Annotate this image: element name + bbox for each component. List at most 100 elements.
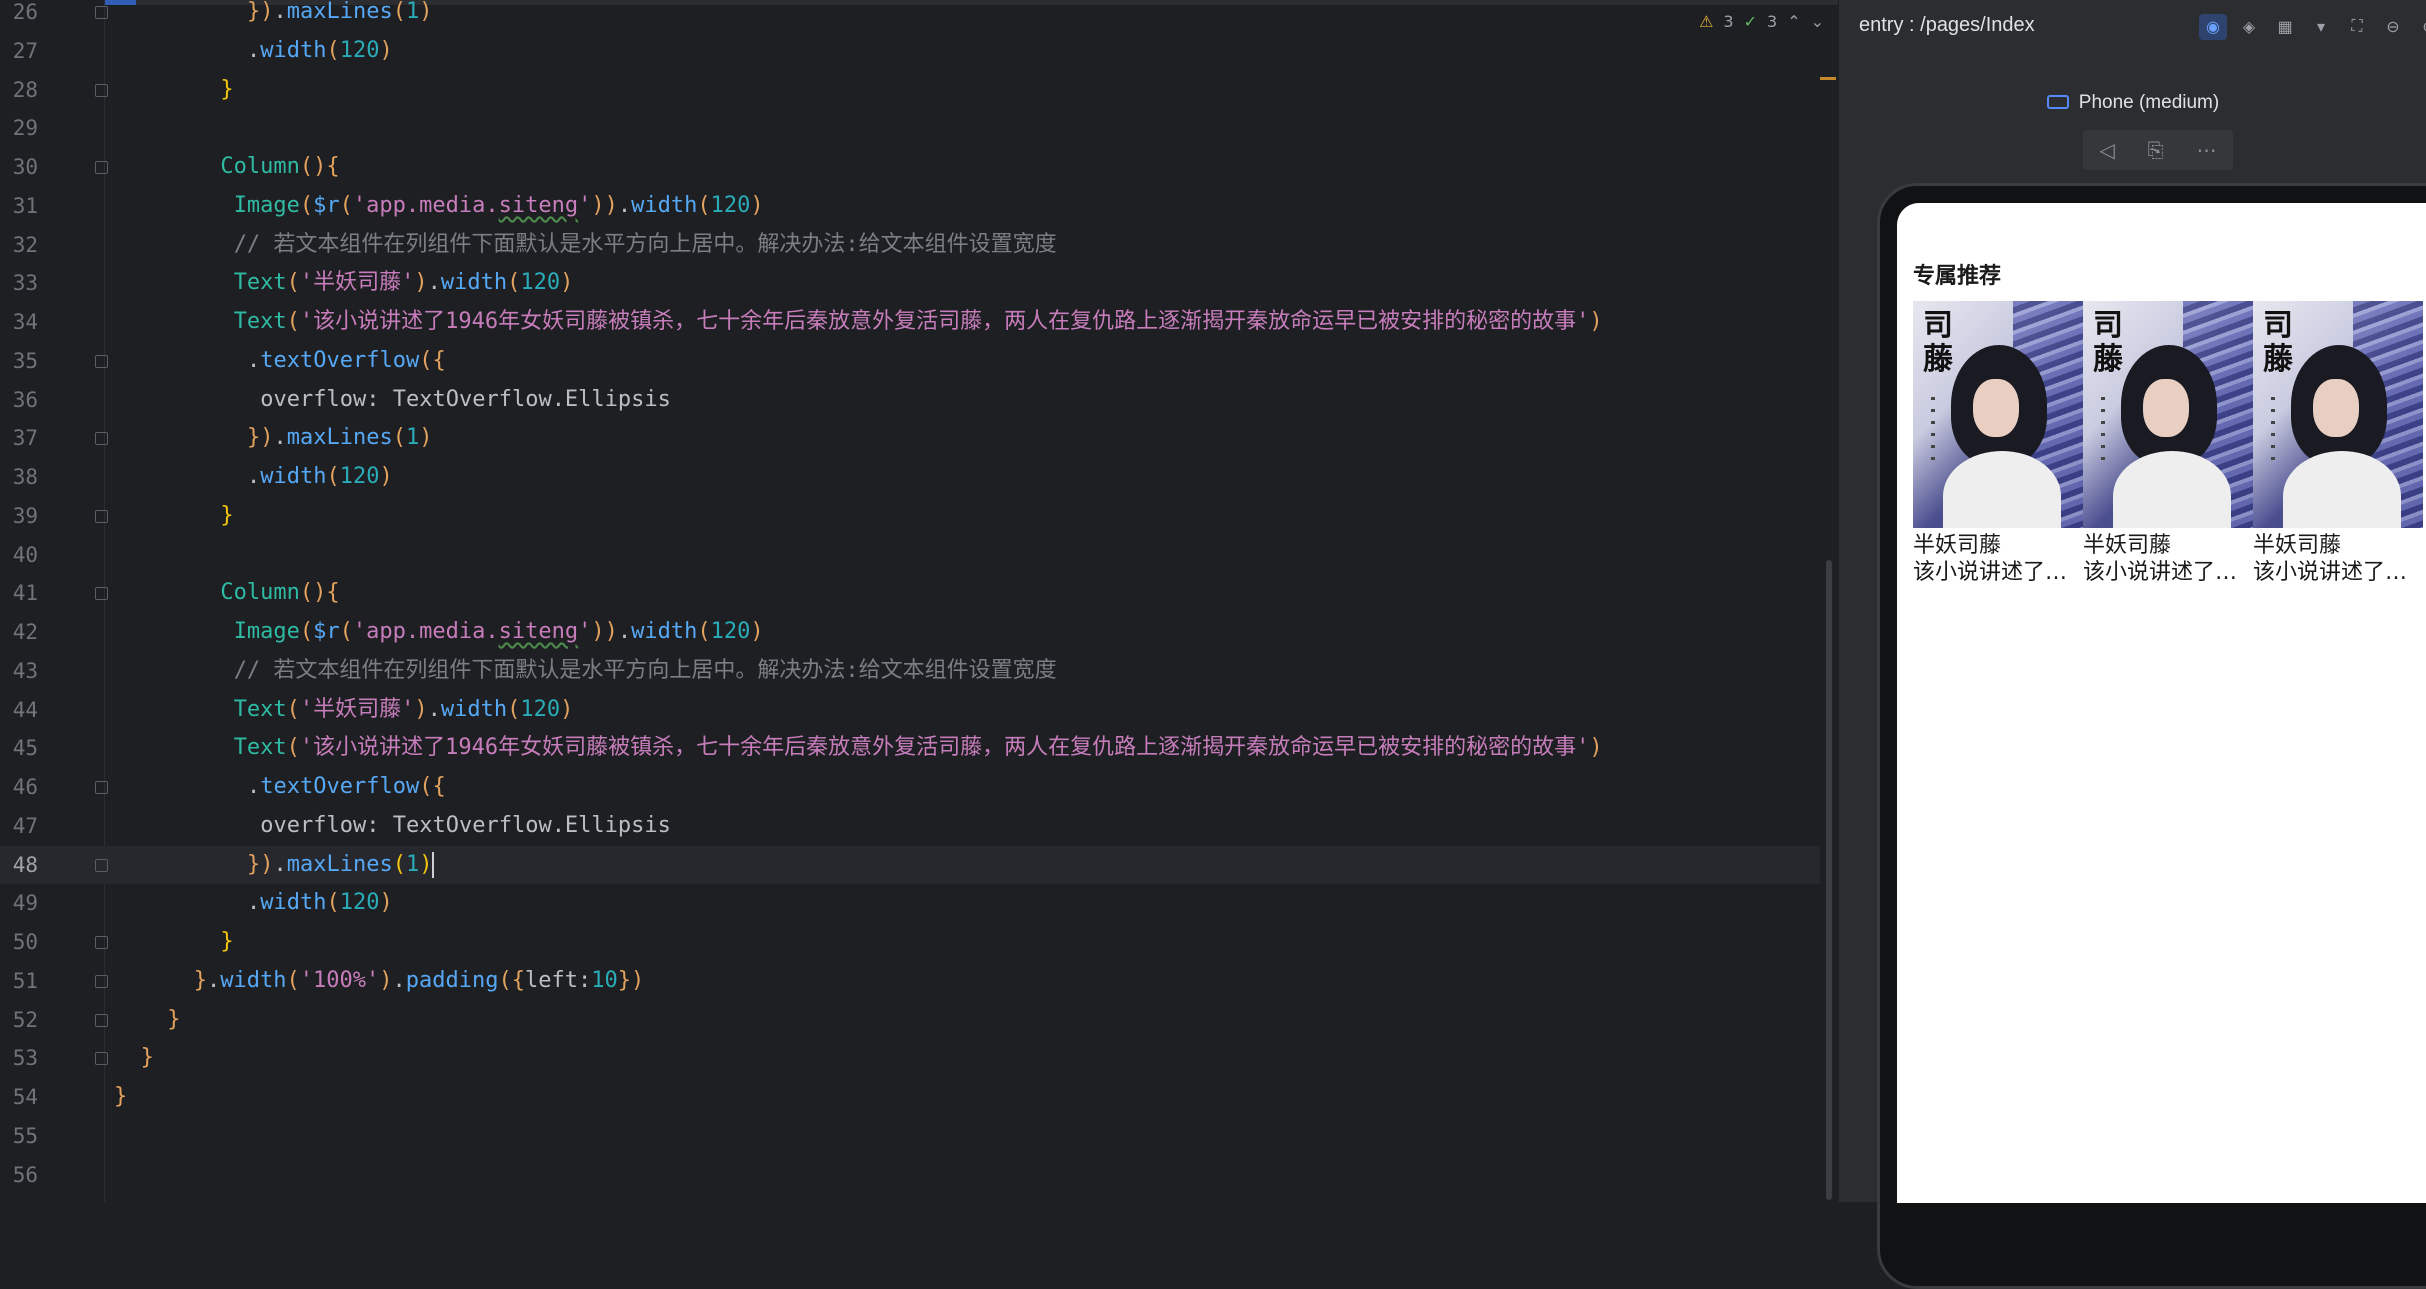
line-number[interactable]: 50: [0, 923, 38, 962]
line-number[interactable]: 49: [0, 884, 38, 923]
chevron-down-icon[interactable]: ⌄: [1811, 12, 1824, 31]
device-selector[interactable]: Phone (medium): [1839, 92, 2426, 114]
line-number[interactable]: 42: [0, 613, 38, 652]
phone-screen[interactable]: 专属推荐 司藤 半妖司藤 该小说讲述了… 司藤 半妖司藤 该小说讲述了… 司藤 半妖司藤 该小说…: [1897, 203, 2426, 1203]
line-number[interactable]: 47: [0, 807, 38, 846]
fold-toggle-icon[interactable]: [95, 936, 108, 949]
error-stripe-marker[interactable]: [1820, 77, 1836, 80]
more-dots-icon[interactable]: ⋯: [2197, 138, 2217, 162]
zoom-in-icon[interactable]: ⊕: [2415, 14, 2426, 40]
code-line[interactable]: 44 Text('半妖司藤').width(120): [0, 691, 1820, 730]
code-line[interactable]: 43 // 若文本组件在列组件下面默认是水平方向上居中。解决办法:给文本组件设置宽…: [0, 652, 1820, 691]
line-number[interactable]: 53: [0, 1039, 38, 1078]
line-number[interactable]: 37: [0, 419, 38, 458]
code-line[interactable]: 39}: [0, 497, 1820, 536]
code-line[interactable]: 42 Image($r('app.media.siteng')).width(12…: [0, 613, 1820, 652]
book-card[interactable]: 司藤 半妖司藤 该小说讲述了…: [2253, 301, 2423, 586]
vertical-scrollbar[interactable]: [1826, 560, 1832, 1200]
fold-toggle-icon[interactable]: [95, 432, 108, 446]
fold-toggle-icon[interactable]: [95, 83, 108, 97]
line-number[interactable]: 44: [0, 691, 38, 730]
fold-toggle-icon[interactable]: [95, 974, 108, 988]
line-number[interactable]: 54: [0, 1078, 38, 1117]
rotate-icon[interactable]: ⎘: [2148, 138, 2164, 162]
code-line[interactable]: 53}: [0, 1039, 1820, 1078]
grid-icon[interactable]: ▦: [2271, 14, 2299, 40]
line-number[interactable]: 48: [0, 846, 38, 885]
line-number[interactable]: 55: [0, 1117, 38, 1156]
code-line[interactable]: 54}: [0, 1078, 1820, 1117]
zoom-out-icon[interactable]: ⊖: [2379, 14, 2407, 40]
line-number[interactable]: 34: [0, 303, 38, 342]
code-token: }: [140, 1045, 154, 1071]
fold-toggle-icon[interactable]: [95, 161, 108, 174]
code-line[interactable]: 30 Column(){: [0, 148, 1820, 187]
warning-icon[interactable]: ⚠: [1699, 12, 1713, 31]
code-line[interactable]: 51}.width('100%').padding({left:10}): [0, 962, 1820, 1001]
line-number[interactable]: 38: [0, 458, 38, 497]
fold-toggle-icon[interactable]: [95, 6, 108, 19]
line-number[interactable]: 28: [0, 71, 38, 110]
weak-warning-icon[interactable]: ✓: [1744, 12, 1757, 31]
code-line[interactable]: 48}).maxLines(1): [0, 845, 1820, 885]
line-number[interactable]: 31: [0, 187, 38, 226]
line-number[interactable]: 45: [0, 729, 38, 768]
fold-toggle-icon[interactable]: [95, 354, 108, 368]
line-number[interactable]: 52: [0, 1001, 38, 1040]
line-number[interactable]: 30: [0, 148, 38, 187]
line-number[interactable]: 46: [0, 768, 38, 807]
line-number[interactable]: 51: [0, 962, 38, 1001]
code-line[interactable]: 29: [0, 109, 1820, 148]
inspector-toggle-icon[interactable]: ◉: [2199, 14, 2227, 40]
book-title: 半妖司藤: [2083, 533, 2172, 558]
code-line[interactable]: 55: [0, 1117, 1820, 1156]
code-line[interactable]: 40: [0, 536, 1820, 575]
line-number[interactable]: 41: [0, 574, 38, 613]
code-line[interactable]: 52}: [0, 1001, 1820, 1040]
code-line[interactable]: 46 .textOverflow({: [0, 768, 1820, 807]
layers-icon[interactable]: ◈: [2235, 14, 2263, 40]
line-number[interactable]: 36: [0, 381, 38, 420]
code-line[interactable]: 28}: [0, 71, 1820, 110]
code-line[interactable]: 47 overflow: TextOverflow.Ellipsis: [0, 807, 1820, 846]
line-number[interactable]: 26: [0, 0, 38, 32]
inspection-widget[interactable]: ⚠ 3 ✓ 3 ⌃ ⌄: [1699, 12, 1824, 31]
book-card[interactable]: 司藤 半妖司藤 该小说讲述了…: [2083, 301, 2253, 586]
line-number[interactable]: 29: [0, 109, 38, 148]
fold-toggle-icon[interactable]: [95, 781, 108, 794]
line-number[interactable]: 39: [0, 497, 38, 536]
code-line[interactable]: 50}: [0, 923, 1820, 962]
code-line[interactable]: 27 .width(120): [0, 32, 1820, 71]
line-number[interactable]: 35: [0, 342, 38, 381]
code-line[interactable]: 34 Text('该小说讲述了1946年女妖司藤被镇杀，七十余年后秦放意外复活司藤…: [0, 303, 1820, 342]
code-line[interactable]: 32 // 若文本组件在列组件下面默认是水平方向上居中。解决办法:给文本组件设置宽…: [0, 226, 1820, 265]
line-number[interactable]: 33: [0, 264, 38, 303]
code-line[interactable]: 33 Text('半妖司藤').width(120): [0, 264, 1820, 303]
code-line[interactable]: 38 .width(120): [0, 458, 1820, 497]
code-line[interactable]: 36 overflow: TextOverflow.Ellipsis: [0, 381, 1820, 420]
fold-toggle-icon[interactable]: [95, 1013, 108, 1027]
back-triangle-icon[interactable]: ◁: [2099, 138, 2114, 162]
line-number[interactable]: 27: [0, 32, 38, 71]
code-line[interactable]: 35 .textOverflow({: [0, 342, 1820, 381]
code-line[interactable]: 37}).maxLines(1): [0, 419, 1820, 458]
fold-toggle-icon[interactable]: [95, 1052, 108, 1066]
dropdown-icon[interactable]: ▾: [2307, 14, 2335, 40]
fold-toggle-icon[interactable]: [95, 509, 108, 523]
code-line[interactable]: 56: [0, 1156, 1820, 1195]
line-number[interactable]: 32: [0, 226, 38, 265]
chevron-up-icon[interactable]: ⌃: [1787, 12, 1800, 31]
fold-toggle-icon[interactable]: [95, 587, 108, 601]
code-line[interactable]: 49 .width(120): [0, 884, 1820, 923]
code-line[interactable]: 45 Text('该小说讲述了1946年女妖司藤被镇杀，七十余年后秦放意外复活司藤…: [0, 729, 1820, 768]
code-line[interactable]: 26}).maxLines(1): [0, 0, 1820, 32]
line-number[interactable]: 40: [0, 536, 38, 575]
line-number[interactable]: 43: [0, 652, 38, 691]
code-line[interactable]: 41 Column(){: [0, 574, 1820, 613]
fold-toggle-icon[interactable]: [95, 858, 108, 872]
code-editor[interactable]: 26}).maxLines(1) 27 .width(120) 28} 29 30 Colu…: [0, 0, 1838, 1202]
line-number[interactable]: 56: [0, 1156, 38, 1195]
fit-screen-icon[interactable]: ⛶: [2343, 14, 2371, 40]
code-line[interactable]: 31 Image($r('app.media.siteng')).width(12…: [0, 187, 1820, 226]
book-card[interactable]: 司藤 半妖司藤 该小说讲述了…: [1913, 301, 2083, 586]
